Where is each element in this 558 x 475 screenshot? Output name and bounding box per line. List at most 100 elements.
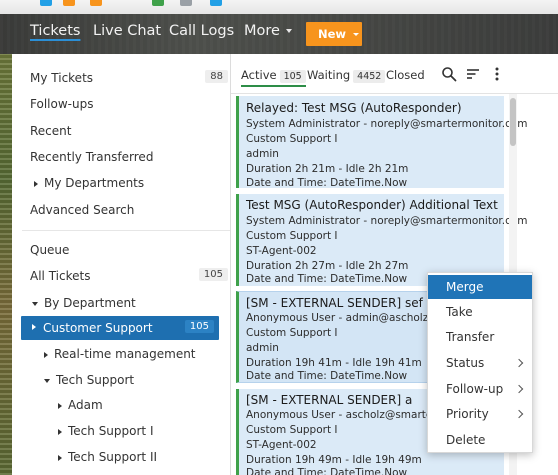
sidebar-item-recent[interactable]: Recent: [30, 124, 71, 138]
sidebar-item-label: Customer Support: [43, 321, 153, 335]
menu-item-merge[interactable]: Merge: [428, 275, 532, 299]
sidebar-item-customer-support[interactable]: Customer Support 105: [21, 316, 219, 340]
chevron-right-icon: [514, 384, 524, 394]
ticket-duration: Duration 19h 49m - Idle 19h 49m: [246, 454, 422, 466]
scrollbar-thumb[interactable]: [510, 98, 516, 146]
sidebar-item-tech-support-1[interactable]: Tech Support I: [58, 424, 153, 438]
sidebar-item-recently-transferred[interactable]: Recently Transferred: [30, 150, 153, 164]
app-icon: [63, 0, 75, 6]
sidebar-item-label: Real-time management: [54, 347, 196, 361]
menu-item-delete[interactable]: Delete: [428, 428, 532, 452]
sidebar-item-all-tickets[interactable]: All Tickets 105: [30, 268, 228, 283]
ticket-department: Custom Support I: [246, 133, 338, 145]
ticket-duration: Duration 2h 21m - Idle 2h 21m: [246, 163, 409, 175]
sidebar-item-tech-support[interactable]: Tech Support: [44, 373, 134, 387]
app-icon: [210, 0, 222, 6]
tab-label: Active: [241, 68, 277, 82]
nav-tab-more[interactable]: More: [244, 23, 292, 39]
sidebar-item-realtime-management[interactable]: Real-time management: [44, 347, 196, 361]
ticket-subject: Test MSG (AutoResponder) Additional Text: [246, 198, 498, 212]
new-button-label: New: [318, 27, 347, 41]
sort-icon[interactable]: [465, 66, 481, 82]
caret-down-icon: [32, 301, 38, 306]
chevron-right-icon: [514, 409, 524, 419]
ticket-from: Anonymous User - admin@ascholz.io: [246, 312, 441, 324]
sidebar-item-tech-support-2[interactable]: Tech Support II: [58, 450, 157, 464]
ticket-duration: Duration 2h 27m - Idle 2h 27m: [246, 260, 409, 272]
sidebar-item-label: Tech Support I: [68, 424, 154, 438]
sidebar-item-label: Adam: [68, 398, 103, 412]
background-texture: [0, 54, 12, 475]
ticket-datetime: Date and Time: DateTime.Now: [246, 273, 408, 285]
ticket-subject: Relayed: Test MSG (AutoResponder): [246, 101, 462, 115]
nav-more-label: More: [244, 23, 280, 39]
ticket-agent: admin: [246, 148, 279, 160]
menu-item-transfer[interactable]: Transfer: [428, 325, 532, 349]
ticket-department: Custom Support I: [246, 327, 338, 339]
top-nav-bar: Tickets Live Chat Call Logs More New: [0, 14, 558, 54]
sidebar-item-label: All Tickets: [30, 269, 91, 283]
tab-waiting[interactable]: Waiting 4452: [307, 68, 386, 83]
ticket-datetime: Date and Time: DateTime.Now: [246, 177, 408, 189]
count-badge: 4452: [353, 70, 386, 83]
chevron-right-icon: [514, 358, 524, 368]
tab-active[interactable]: Active 105: [241, 68, 306, 87]
count-badge: 105: [184, 320, 214, 333]
caret-right-icon: [32, 324, 36, 330]
ticket-department: Custom Support I: [246, 424, 338, 436]
sidebar-item-advanced-search[interactable]: Advanced Search: [30, 203, 134, 217]
sidebar-item-adam[interactable]: Adam: [58, 398, 103, 412]
sidebar-item-label: My Tickets: [30, 71, 94, 85]
app-icon: [90, 0, 102, 6]
count-badge: 105: [198, 268, 228, 281]
tab-label: Waiting: [307, 68, 351, 82]
ticket-subject: [SM - EXTERNAL SENDER] sef: [246, 296, 423, 310]
caret-right-icon: [58, 454, 62, 461]
menu-item-priority[interactable]: Priority: [428, 402, 532, 426]
kebab-menu-icon[interactable]: [489, 66, 505, 82]
nav-tab-live-chat[interactable]: Live Chat: [93, 23, 161, 39]
top-strip: [0, 0, 558, 14]
caret-right-icon: [58, 402, 62, 409]
sidebar-item-label: Tech Support II: [68, 450, 158, 464]
ticket-from: Anonymous User - ascholz@smartertoo: [246, 409, 454, 421]
ticket-agent: ST-Agent-002: [246, 245, 317, 257]
search-icon[interactable]: [441, 66, 457, 82]
count-badge: 105: [279, 70, 306, 83]
menu-item-label: Status: [446, 356, 485, 370]
sidebar-item-label: By Department: [44, 296, 136, 310]
new-button[interactable]: New: [306, 22, 362, 46]
ticket-card[interactable]: Relayed: Test MSG (AutoResponder) System…: [236, 96, 528, 189]
tab-closed[interactable]: Closed: [386, 68, 425, 82]
sidebar-item-follow-ups[interactable]: Follow-ups: [30, 97, 93, 111]
ticket-department: Custom Support I: [246, 230, 338, 242]
caret-right-icon: [44, 351, 48, 358]
sidebar: My Tickets 88 Follow-ups Recent Recently…: [12, 54, 230, 475]
chevron-down-icon: [285, 29, 292, 33]
ticket-duration: Duration 19h 41m - Idle 19h 41m: [246, 357, 422, 369]
menu-item-label: Priority: [446, 407, 489, 421]
menu-item-follow-up[interactable]: Follow-up: [428, 377, 532, 401]
ticket-subject: [SM - EXTERNAL SENDER] a: [246, 393, 413, 407]
ticket-agent: admin: [246, 342, 279, 354]
caret-right-icon: [58, 428, 62, 435]
ticket-from: System Administrator - noreply@smartermo…: [246, 215, 528, 227]
ticket-datetime: Date and Time: DateTime.Now: [246, 370, 408, 382]
app-icon: [40, 0, 52, 6]
nav-tab-tickets[interactable]: Tickets: [30, 23, 80, 39]
ticket-datetime: Date and Time: DateTime.Now: [246, 467, 408, 475]
caret-down-icon: [44, 378, 50, 383]
menu-item-take[interactable]: Take: [428, 300, 532, 324]
menu-item-status[interactable]: Status: [428, 351, 532, 375]
sidebar-item-my-departments[interactable]: My Departments: [34, 176, 144, 190]
chevron-down-icon: [353, 33, 360, 36]
sidebar-item-by-department[interactable]: By Department: [32, 296, 136, 310]
sidebar-item-label: My Departments: [44, 176, 145, 190]
sidebar-item-my-tickets[interactable]: My Tickets 88: [30, 70, 228, 85]
menu-item-label: Follow-up: [446, 382, 504, 396]
sidebar-item-queue[interactable]: Queue: [30, 243, 69, 257]
app-icon: [180, 0, 192, 6]
ticket-agent: ST-Agent-002: [246, 439, 317, 451]
ticket-from: System Administrator - noreply@smartermo…: [246, 118, 528, 130]
nav-tab-call-logs[interactable]: Call Logs: [169, 23, 234, 39]
